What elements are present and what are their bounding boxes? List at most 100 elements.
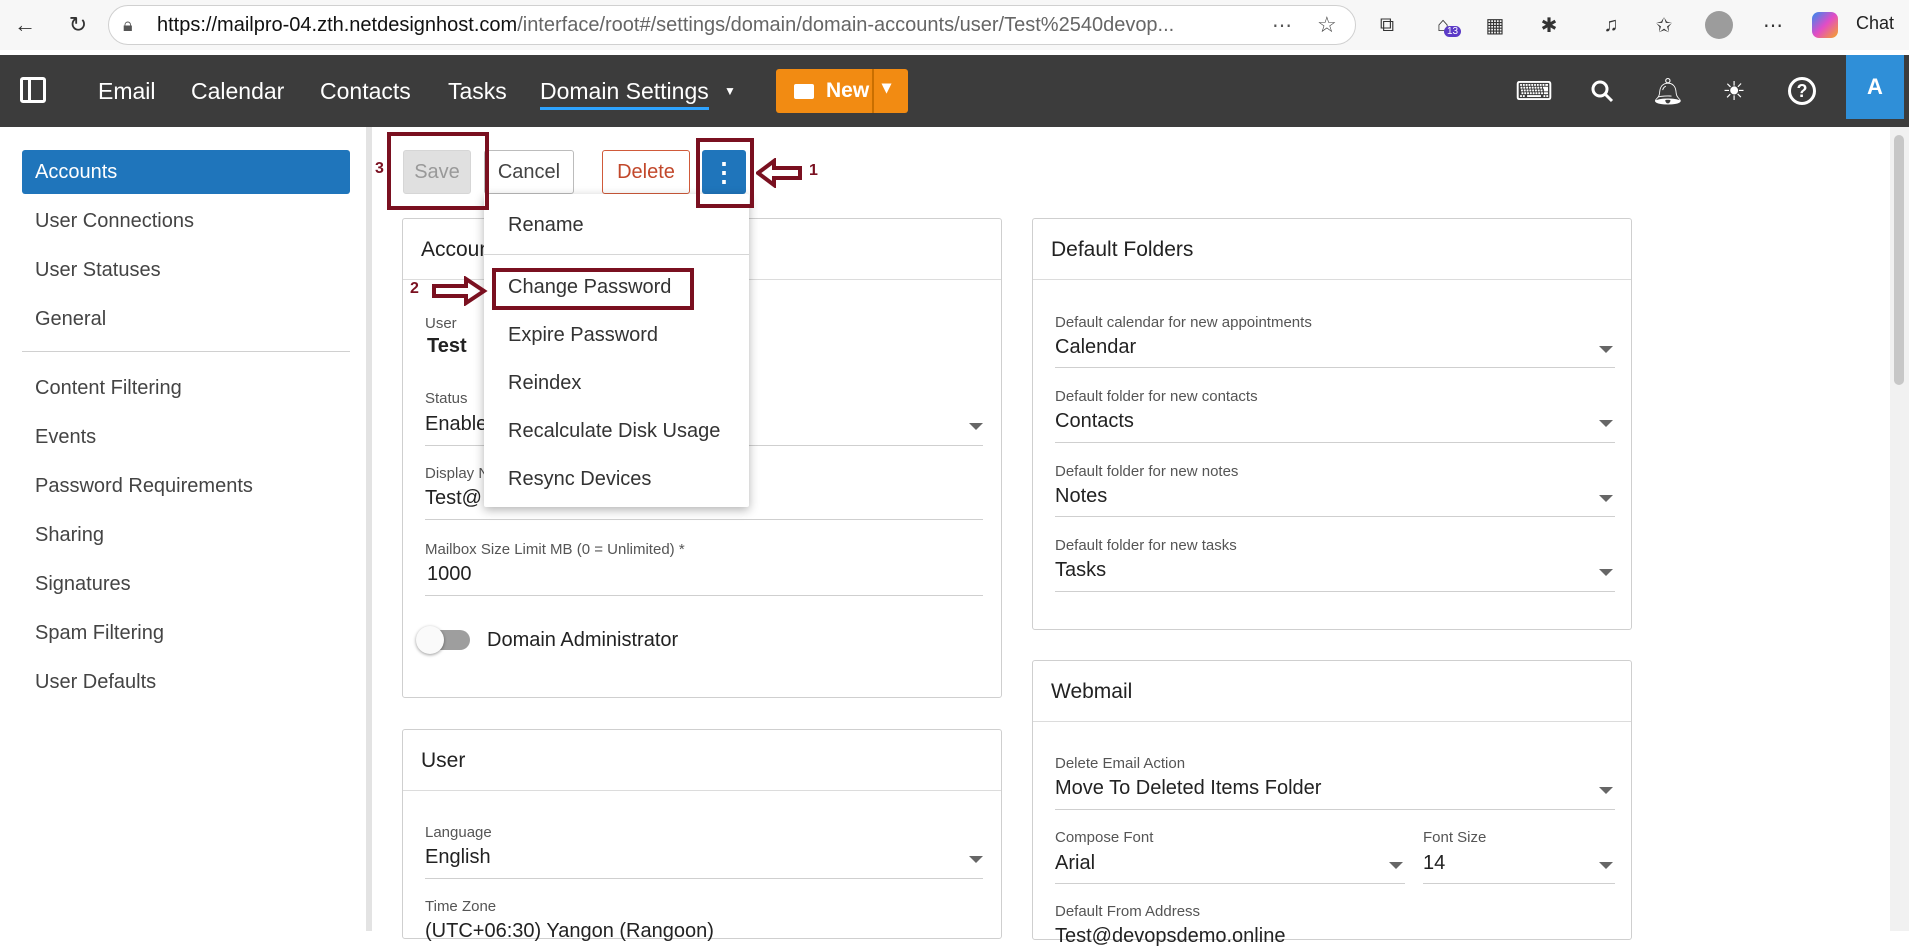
font-size-select[interactable]: 14 [1423, 852, 1445, 875]
screen-capture-icon[interactable]: ⧉ [1372, 10, 1402, 40]
card-title: User [421, 749, 466, 772]
menu-item-expire-password[interactable]: Expire Password [508, 324, 658, 347]
nav-contacts[interactable]: Contacts [320, 78, 411, 105]
chevron-down-icon[interactable] [1599, 569, 1613, 576]
chevron-down-icon[interactable] [1599, 495, 1613, 502]
notes-folder-select[interactable]: Notes [1055, 485, 1107, 508]
user-value: Test [427, 335, 467, 357]
mailbox-limit-input[interactable]: 1000 [427, 563, 472, 586]
profile-icon[interactable] [1704, 10, 1734, 40]
bell-icon[interactable]: 🔔︎ [1652, 75, 1685, 107]
url-path: /interface/root#/settings/domain/domain-… [517, 13, 1175, 36]
card-title: Webmail [1051, 680, 1133, 703]
qr-code-icon[interactable]: ▦ [1480, 10, 1510, 40]
chevron-down-icon[interactable] [1599, 862, 1613, 869]
compose-font-select[interactable]: Arial [1055, 852, 1095, 875]
nav-email[interactable]: Email [98, 78, 156, 105]
font-size-label: Font Size [1423, 829, 1487, 846]
card-title: Accoun [421, 238, 492, 261]
default-folders-card: Default Folders Default calendar for new… [1032, 218, 1632, 630]
domain-admin-label: Domain Administrator [487, 629, 679, 651]
sidebar-item-general[interactable]: General [22, 297, 350, 341]
sidebar-item-user-defaults[interactable]: User Defaults [22, 660, 350, 704]
user-card: User Language English Time Zone (UTC+06:… [402, 729, 1002, 942]
callout-number-two: 2 [410, 280, 419, 297]
display-name-label: Display N [425, 465, 490, 482]
sidebar-divider [22, 351, 350, 352]
new-dropdown-caret-icon[interactable]: ▾ [882, 77, 891, 98]
chevron-down-icon[interactable]: ▼ [724, 84, 736, 98]
nav-tasks[interactable]: Tasks [448, 78, 507, 105]
sidebar-toggle-icon[interactable] [20, 77, 46, 103]
cancel-button[interactable]: Cancel [484, 150, 574, 194]
chevron-down-icon[interactable] [1599, 420, 1613, 427]
new-button[interactable]: New ▾ [776, 69, 908, 113]
callout-change-password-highlight [492, 268, 694, 310]
domain-admin-toggle[interactable] [416, 626, 470, 654]
display-name-input[interactable]: Test@ [425, 487, 482, 510]
sidebar-item-signatures[interactable]: Signatures [22, 562, 350, 606]
sidebar-item-user-statuses[interactable]: User Statuses [22, 248, 350, 292]
timezone-select[interactable]: (UTC+06:30) Yangon (Rangoon) [425, 920, 714, 943]
sidebar-item-content-filtering[interactable]: Content Filtering [22, 366, 350, 410]
from-address-select[interactable]: Test@devopsdemo.online [1055, 925, 1285, 948]
scrollbar[interactable] [1890, 127, 1909, 931]
sidebar-item-user-connections[interactable]: User Connections [22, 199, 350, 243]
menu-item-rename[interactable]: Rename [508, 214, 584, 237]
status-label: Status [425, 390, 468, 407]
help-icon[interactable]: ? [1786, 75, 1818, 107]
nav-domain-settings[interactable]: Domain Settings [540, 78, 709, 110]
back-icon[interactable]: ← [10, 10, 40, 40]
contacts-folder-label: Default folder for new contacts [1055, 388, 1258, 405]
address-bar[interactable]: 🔒︎ https://mailpro-04.zth.netdesignhost.… [108, 5, 1356, 45]
contacts-folder-select[interactable]: Contacts [1055, 410, 1134, 433]
brightness-icon[interactable]: ☀ [1718, 75, 1750, 107]
card-title: Default Folders [1051, 238, 1194, 261]
chevron-down-icon[interactable] [1389, 862, 1403, 869]
webmail-card: Webmail Delete Email Action Move To Dele… [1032, 660, 1632, 947]
menu-dots-icon[interactable]: ⋯ [1758, 10, 1788, 40]
media-icon[interactable]: ♫ [1596, 10, 1626, 40]
chevron-down-icon[interactable] [1599, 787, 1613, 794]
favorite-star-icon[interactable]: ☆ [1317, 12, 1337, 38]
nav-calendar[interactable]: Calendar [191, 78, 284, 105]
delete-action-label: Delete Email Action [1055, 755, 1186, 772]
menu-item-resync-devices[interactable]: Resync Devices [508, 468, 651, 491]
tasks-folder-select[interactable]: Tasks [1055, 559, 1106, 582]
keyboard-icon[interactable]: ⌨ [1515, 75, 1553, 107]
menu-item-reindex[interactable]: Reindex [508, 372, 581, 395]
language-select[interactable]: English [425, 846, 491, 869]
callout-more-highlight [696, 138, 754, 208]
menu-item-recalculate-disk-usage[interactable]: Recalculate Disk Usage [508, 420, 720, 443]
copilot-icon[interactable] [1810, 10, 1840, 40]
calendar-folder-select[interactable]: Calendar [1055, 336, 1136, 359]
compose-font-label: Compose Font [1055, 829, 1154, 846]
callout-number-three: 3 [375, 160, 384, 177]
extensions-icon[interactable]: ✱ [1534, 10, 1564, 40]
favorites-icon[interactable]: ✩ [1649, 10, 1679, 40]
sidebar-item-sharing[interactable]: Sharing [22, 513, 350, 557]
timezone-label: Time Zone [425, 898, 497, 915]
chevron-down-icon[interactable] [969, 423, 983, 430]
delete-button[interactable]: Delete [602, 150, 690, 194]
status-select[interactable]: Enable [425, 413, 487, 436]
refresh-icon[interactable]: ↻ [63, 10, 93, 40]
search-icon[interactable] [1586, 75, 1618, 107]
avatar[interactable]: A [1846, 55, 1904, 119]
sidebar-item-events[interactable]: Events [22, 415, 350, 459]
delete-action-select[interactable]: Move To Deleted Items Folder [1055, 777, 1321, 800]
sidebar-item-password-requirements[interactable]: Password Requirements [22, 464, 350, 508]
chevron-down-icon[interactable] [1599, 346, 1613, 353]
callout-number-one: 1 [809, 162, 818, 179]
actions-menu: Rename Change Password Expire Password R… [484, 194, 749, 507]
sidebar-item-spam-filtering[interactable]: Spam Filtering [22, 611, 350, 655]
chevron-down-icon[interactable] [969, 856, 983, 863]
lock-icon: 🔒︎ [123, 15, 133, 35]
extension-badge-icon[interactable]: ⌂ 13 [1428, 10, 1462, 40]
language-label: Language [425, 824, 492, 841]
chat-label[interactable]: Chat [1856, 13, 1894, 34]
callout-arrow-two-icon [432, 276, 488, 306]
more-options-icon[interactable]: ⋯ [1272, 13, 1292, 38]
sidebar-item-accounts[interactable]: Accounts [22, 150, 350, 194]
user-label: User [425, 315, 457, 332]
